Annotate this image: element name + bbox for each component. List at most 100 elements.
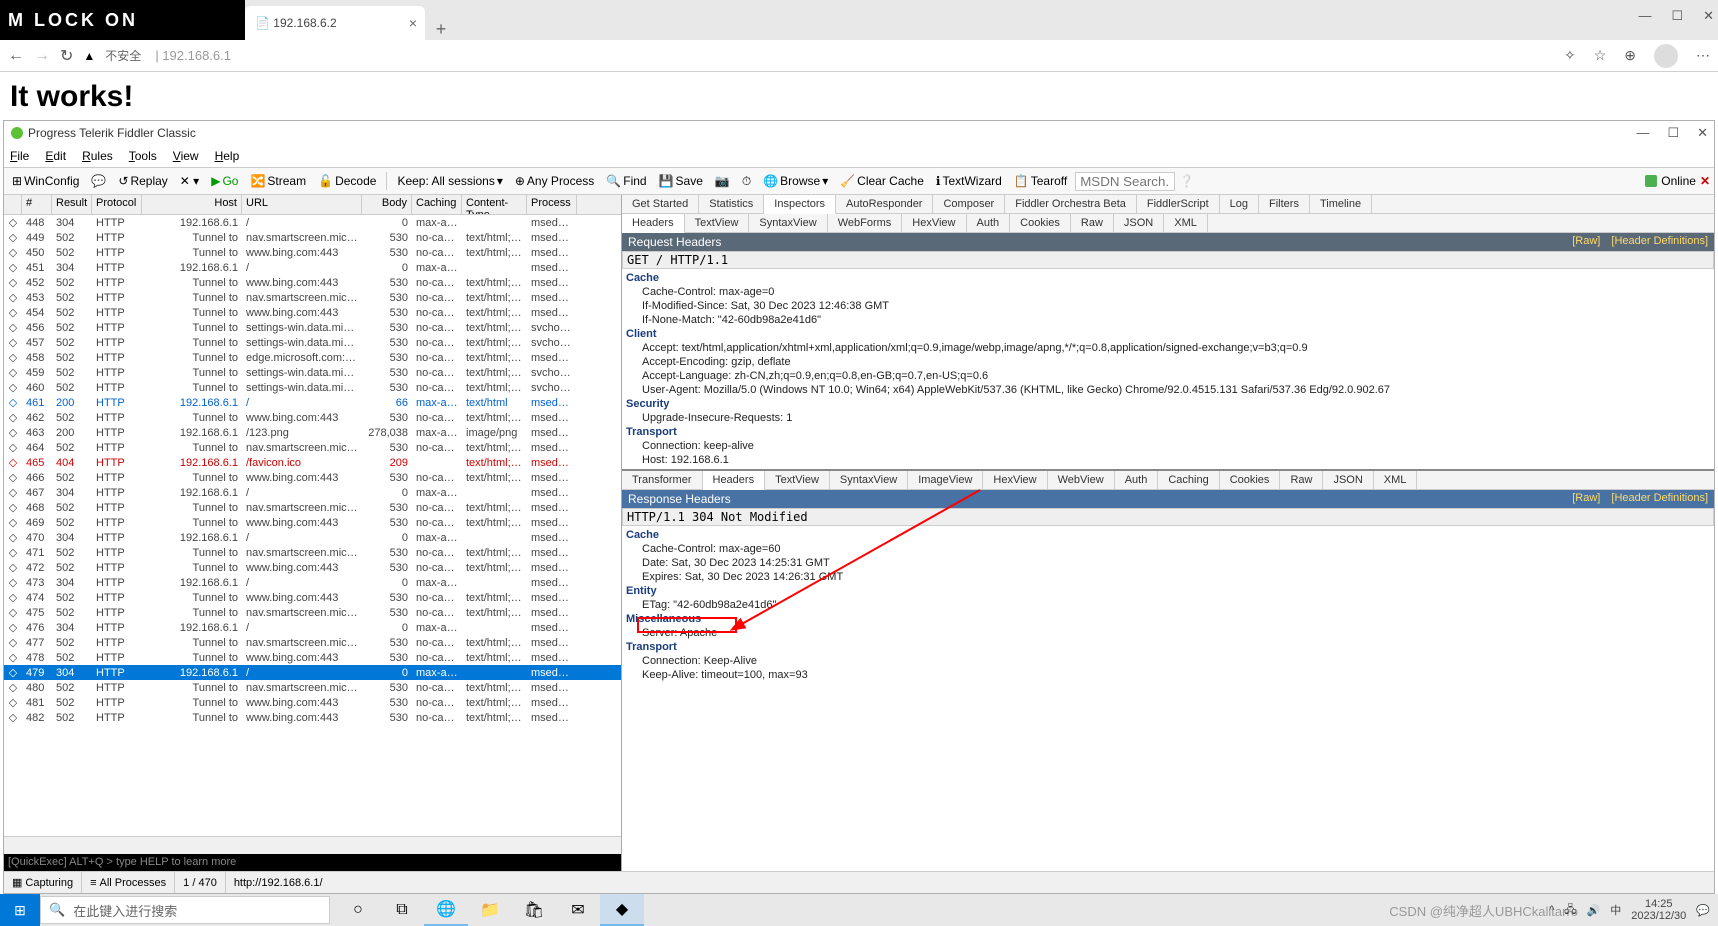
column-header[interactable]: Content-Type [462, 195, 527, 214]
start-button[interactable]: ⊞ [0, 894, 40, 926]
keep-sessions-dropdown[interactable]: Keep: All sessions ▾ [393, 172, 506, 190]
browse-button[interactable]: 🌐 Browse ▾ [759, 172, 832, 190]
tab-fiddler-orchestra-beta[interactable]: Fiddler Orchestra Beta [1005, 195, 1137, 213]
session-row[interactable]: ◇472502HTTPTunnel towww.bing.com:443530n… [4, 560, 621, 575]
header-line[interactable]: Keep-Alive: timeout=100, max=93 [622, 668, 1714, 682]
go-button[interactable]: ▶ Go [207, 172, 242, 190]
session-row[interactable]: ◇448304HTTP192.168.6.1/0max-ag...msedg..… [4, 215, 621, 230]
header-line[interactable]: Upgrade-Insecure-Requests: 1 [622, 411, 1714, 425]
tab-cookies[interactable]: Cookies [1220, 471, 1281, 489]
session-row[interactable]: ◇460502HTTPTunnel tosettings-win.data.mi… [4, 380, 621, 395]
column-header[interactable]: Caching [412, 195, 462, 214]
remove-button[interactable]: ✕ ▾ [176, 172, 203, 190]
session-row[interactable]: ◇477502HTTPTunnel tonav.smartscreen.micr… [4, 635, 621, 650]
tab-close-icon[interactable]: × [409, 15, 417, 31]
menu-view[interactable]: View [173, 149, 199, 163]
session-row[interactable]: ◇479304HTTP192.168.6.1/0max-ag...msedg..… [4, 665, 621, 680]
request-raw-link[interactable]: [Raw] [1572, 235, 1600, 247]
session-row[interactable]: ◇473304HTTP192.168.6.1/0max-ag...msedg..… [4, 575, 621, 590]
tab-transformer[interactable]: Transformer [622, 471, 703, 489]
tab-headers[interactable]: Headers [622, 214, 685, 233]
session-row[interactable]: ◇470304HTTP192.168.6.1/0max-ag...msedg..… [4, 530, 621, 545]
tray-ime-icon[interactable]: 中 [1610, 902, 1621, 918]
processes-filter[interactable]: ≡ All Processes [82, 872, 175, 893]
session-row[interactable]: ◇480502HTTPTunnel tonav.smartscreen.micr… [4, 680, 621, 695]
tab-json[interactable]: JSON [1323, 471, 1373, 489]
tab-statistics[interactable]: Statistics [699, 195, 764, 213]
tab-caching[interactable]: Caching [1158, 471, 1219, 489]
tab-json[interactable]: JSON [1114, 214, 1164, 232]
menu-edit[interactable]: Edit [45, 149, 66, 163]
profile-avatar[interactable] [1654, 44, 1678, 68]
request-definitions-link[interactable]: [Header Definitions] [1611, 235, 1708, 247]
tab-composer[interactable]: Composer [933, 195, 1005, 213]
request-headers-tree[interactable]: CacheCache-Control: max-age=0If-Modified… [622, 269, 1714, 469]
tab-webforms[interactable]: WebForms [828, 214, 903, 232]
session-row[interactable]: ◇449502HTTPTunnel tonav.smartscreen.micr… [4, 230, 621, 245]
toolbar-close-icon[interactable]: ✕ [1700, 174, 1710, 188]
save-button[interactable]: 💾 Save [655, 172, 707, 190]
taskbar-search[interactable]: 🔍 在此键入进行搜索 [40, 896, 330, 924]
session-row[interactable]: ◇459502HTTPTunnel tosettings-win.data.mi… [4, 365, 621, 380]
header-line[interactable]: Accept-Encoding: gzip, deflate [622, 355, 1714, 369]
collections-icon[interactable]: ⊕ [1624, 47, 1636, 64]
textwizard-button[interactable]: ℹ TextWizard [932, 172, 1006, 190]
task-view-icon[interactable]: ⧉ [380, 894, 424, 926]
session-row[interactable]: ◇450502HTTPTunnel towww.bing.com:443530n… [4, 245, 621, 260]
tab-webview[interactable]: WebView [1048, 471, 1115, 489]
menu-tools[interactable]: Tools [129, 149, 157, 163]
tab-textview[interactable]: TextView [685, 214, 750, 232]
session-row[interactable]: ◇451304HTTP192.168.6.1/0max-ag...msedg..… [4, 260, 621, 275]
tab-hexview[interactable]: HexView [983, 471, 1047, 489]
header-line[interactable]: Accept-Language: zh-CN,zh;q=0.9,en;q=0.8… [622, 369, 1714, 383]
tab-get-started[interactable]: Get Started [622, 195, 699, 213]
store-taskbar-icon[interactable]: 🛍 [512, 894, 556, 926]
column-header[interactable]: Protocol [92, 195, 142, 214]
comment-button[interactable]: 💬 [87, 172, 110, 190]
tab-cookies[interactable]: Cookies [1010, 214, 1071, 232]
forward-button[interactable]: → [34, 47, 50, 65]
tab-log[interactable]: Log [1220, 195, 1259, 213]
menu-help[interactable]: Help [215, 149, 240, 163]
browser-minimize-icon[interactable]: — [1638, 8, 1651, 24]
favorites-icon[interactable]: ☆ [1594, 47, 1607, 64]
screenshot-button[interactable]: 📷 [711, 172, 734, 190]
session-row[interactable]: ◇462502HTTPTunnel towww.bing.com:443530n… [4, 410, 621, 425]
tab-filters[interactable]: Filters [1259, 195, 1310, 213]
tab-auth[interactable]: Auth [967, 214, 1011, 232]
session-row[interactable]: ◇476304HTTP192.168.6.1/0max-ag...msedg..… [4, 620, 621, 635]
fiddler-taskbar-icon[interactable]: ◆ [600, 894, 644, 926]
session-row[interactable]: ◇467304HTTP192.168.6.1/0max-ag...msedg..… [4, 485, 621, 500]
fiddler-close-icon[interactable]: ✕ [1697, 125, 1708, 141]
session-row[interactable]: ◇457502HTTPTunnel tosettings-win.data.mi… [4, 335, 621, 350]
session-row[interactable]: ◇452502HTTPTunnel towww.bing.com:443530n… [4, 275, 621, 290]
session-row[interactable]: ◇454502HTTPTunnel towww.bing.com:443530n… [4, 305, 621, 320]
sessions-list[interactable]: ◇448304HTTP192.168.6.1/0max-ag...msedg..… [4, 215, 621, 836]
column-header[interactable]: Process [527, 195, 577, 214]
replay-button[interactable]: ↺ Replay [114, 172, 171, 190]
session-row[interactable]: ◇471502HTTPTunnel tonav.smartscreen.micr… [4, 545, 621, 560]
header-line[interactable]: Connection: keep-alive [622, 439, 1714, 453]
tab-inspectors[interactable]: Inspectors [764, 195, 836, 214]
back-button[interactable]: ← [8, 47, 24, 65]
capturing-status[interactable]: ▦ Capturing [4, 872, 82, 893]
decode-button[interactable]: 🔓 Decode [314, 172, 380, 190]
read-aloud-icon[interactable]: ✧ [1564, 47, 1576, 64]
header-line[interactable]: Connection: Keep-Alive [622, 654, 1714, 668]
session-row[interactable]: ◇456502HTTPTunnel tosettings-win.data.mi… [4, 320, 621, 335]
browser-menu-icon[interactable]: ⋯ [1696, 47, 1710, 64]
session-row[interactable]: ◇461200HTTP192.168.6.1/66max-ag...text/h… [4, 395, 621, 410]
tab-xml[interactable]: XML [1164, 214, 1208, 232]
session-row[interactable]: ◇458502HTTPTunnel toedge.microsoft.com:4… [4, 350, 621, 365]
session-row[interactable]: ◇468502HTTPTunnel tonav.smartscreen.micr… [4, 500, 621, 515]
column-header[interactable]: Host [142, 195, 242, 214]
browser-maximize-icon[interactable]: ☐ [1671, 8, 1683, 24]
horizontal-scrollbar[interactable] [4, 836, 621, 854]
session-row[interactable]: ◇463200HTTP192.168.6.1/123.png278,038max… [4, 425, 621, 440]
tray-clock[interactable]: 14:252023/12/30 [1631, 898, 1686, 922]
tab-hexview[interactable]: HexView [902, 214, 966, 232]
tab-fiddlerscript[interactable]: FiddlerScript [1137, 195, 1220, 213]
refresh-button[interactable]: ↻ [60, 46, 73, 66]
column-header[interactable]: Body [362, 195, 412, 214]
mail-taskbar-icon[interactable]: ✉ [556, 894, 600, 926]
